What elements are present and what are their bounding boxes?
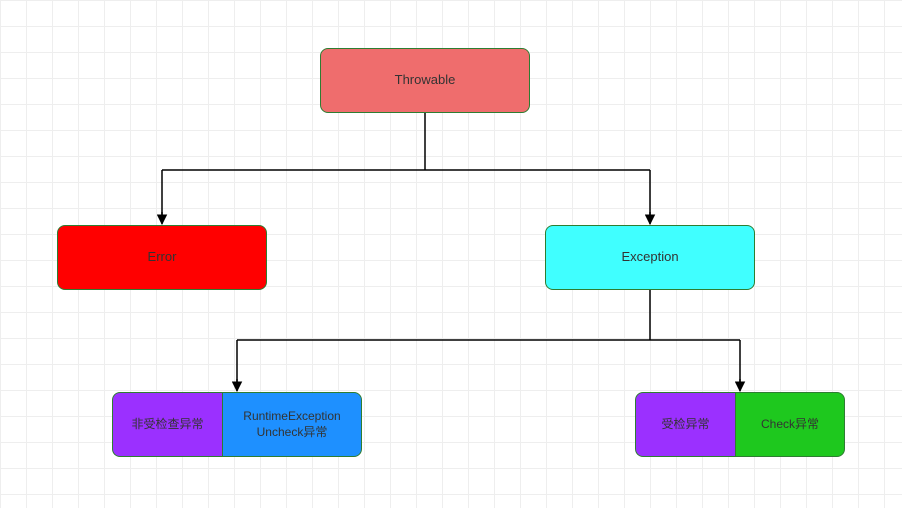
- node-label: RuntimeException Uncheck异常: [243, 409, 340, 440]
- node-throwable: Throwable: [320, 48, 530, 113]
- node-error: Error: [57, 225, 267, 290]
- node-runtime-exception: RuntimeException Uncheck异常: [222, 392, 362, 457]
- node-label: Check异常: [761, 417, 819, 433]
- runtime-line2: Uncheck异常: [257, 425, 328, 439]
- runtime-line1: RuntimeException: [243, 409, 340, 423]
- node-label: Error: [148, 249, 177, 266]
- node-checked-label: 受检异常: [635, 392, 735, 457]
- node-label: Exception: [621, 249, 678, 266]
- node-label: 受检异常: [661, 417, 709, 433]
- node-label: 非受检查异常: [131, 417, 203, 433]
- node-unchecked-label: 非受检查异常: [112, 392, 222, 457]
- node-exception: Exception: [545, 225, 755, 290]
- node-check-exception: Check异常: [735, 392, 845, 457]
- node-label: Throwable: [395, 72, 456, 89]
